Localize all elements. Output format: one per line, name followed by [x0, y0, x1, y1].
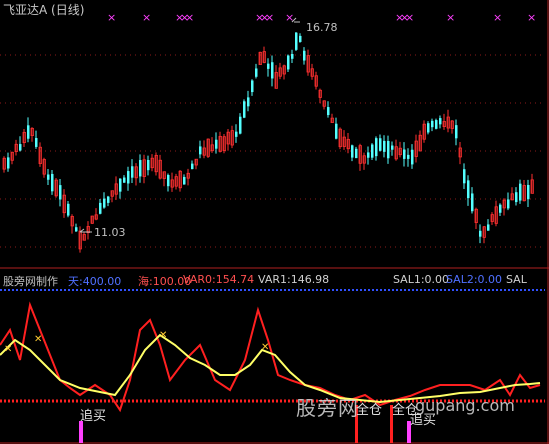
candle-body [267, 63, 270, 69]
candle-body [391, 145, 394, 150]
candle-body [59, 185, 62, 200]
candle-body [455, 125, 458, 139]
watermark-domain: gupang.com [415, 396, 515, 415]
sal2-value: SAL2:0.00 [446, 273, 503, 286]
chart-title: 飞亚达A (日线) [3, 1, 84, 18]
candle-body [239, 116, 242, 134]
signal-marker: × [285, 11, 294, 24]
signal-marker: × [493, 11, 502, 24]
candle-body [427, 123, 430, 133]
candle-body [515, 192, 518, 203]
candle-body [299, 35, 302, 42]
watermark-text: 股旁网 [296, 396, 359, 420]
candle-body [379, 138, 382, 151]
candle-body [243, 101, 246, 118]
signal-marker: × [185, 11, 194, 24]
signal-marker: × [527, 11, 536, 24]
candle-body [255, 68, 258, 77]
candle-body [403, 149, 406, 159]
sal-value: SAL [506, 273, 527, 286]
candle-body [407, 154, 410, 159]
indicator-header: 股旁网制作 天:400.00 海:100.00 VAR0:154.74 VAR1… [0, 272, 549, 288]
candle-body [335, 123, 338, 139]
candle-body [527, 184, 530, 200]
candle-body [507, 199, 510, 209]
candle-body [127, 171, 130, 184]
candle-body [131, 166, 134, 178]
candle-body [7, 157, 10, 169]
candle-body [215, 139, 218, 149]
candle-body [67, 203, 70, 216]
candle-body [247, 97, 250, 107]
candle-body [51, 173, 54, 192]
signal-marker: × [265, 11, 274, 24]
candle-body [251, 80, 254, 93]
stock-chart-window: 16.78 11.03 × × × × × × × × × × × × × × × ✕ ✕ ✕ ✕ 追买 全仓 全仓 追买 飞亚… [0, 0, 549, 444]
candle-body [271, 62, 274, 79]
stock-name-label: 飞亚达A (日线) [3, 3, 85, 17]
candle-body [355, 148, 358, 159]
zhuimai-label-left: 追买 [80, 408, 106, 424]
candle-body [99, 202, 102, 214]
low-price-label: 11.03 [94, 226, 126, 239]
candle-body [119, 178, 122, 192]
peak-marker: ✕ [34, 334, 42, 345]
candle-body [295, 32, 298, 50]
candle-body [167, 174, 170, 187]
candle-body [27, 125, 30, 139]
candle-body [139, 160, 142, 177]
candle-body [479, 230, 482, 237]
candle-body [123, 177, 126, 183]
candle-body [327, 107, 330, 116]
sal1-value: SAL1:0.00 [393, 273, 450, 286]
candle-body [467, 180, 470, 199]
signal-marker: × [142, 11, 151, 24]
candle-body [287, 55, 290, 70]
high-price-label: 16.78 [306, 21, 338, 34]
candle-body [371, 144, 374, 158]
peak-marker: ✕ [261, 342, 269, 353]
candle-body [47, 174, 50, 180]
candle-body [367, 152, 370, 158]
candle-body [487, 224, 490, 231]
candle-body [351, 145, 354, 158]
signal-marker: × [405, 11, 414, 24]
candle-body [431, 120, 434, 128]
signal-marker: × [446, 11, 455, 24]
candle-body [183, 176, 186, 185]
candle-body [199, 146, 202, 155]
candle-body [75, 227, 78, 232]
var0-value: VAR0:154.74 [183, 273, 255, 286]
candle-body [471, 193, 474, 212]
candle-body [107, 196, 110, 203]
candle-body [499, 204, 502, 213]
candle-body [235, 131, 238, 137]
var1-value: VAR1:146.98 [258, 273, 330, 286]
zhuimai-bar-left [79, 421, 83, 443]
candle-body [19, 144, 22, 151]
candle-body [191, 163, 194, 170]
peak-marker: ✕ [159, 330, 167, 341]
candle-body [519, 183, 522, 201]
tian-value: 天:400.00 [68, 275, 122, 288]
candle-body [435, 120, 438, 129]
candle-body [303, 50, 306, 61]
candle-body [103, 198, 106, 208]
peak-marker: ✕ [4, 344, 12, 355]
quancang-label-1: 全仓 [356, 402, 382, 418]
candle-body [35, 138, 38, 147]
candle-body [439, 118, 442, 125]
candle-body [383, 140, 386, 152]
indicator-name[interactable]: 股旁网制作 [3, 273, 58, 289]
candle-body [291, 54, 294, 59]
chart-canvas[interactable]: 16.7811.03× × ××× ××× × ××× × × ×✕✕ ✕✕追买 全仓 全仓追买 [0, 0, 549, 444]
var0-line [0, 301, 541, 413]
candle-body [387, 140, 390, 159]
candle-body [147, 160, 150, 171]
signal-marker: × [107, 11, 116, 24]
candle-body [463, 169, 466, 184]
candle-body [375, 138, 378, 157]
candle-body [411, 149, 414, 165]
